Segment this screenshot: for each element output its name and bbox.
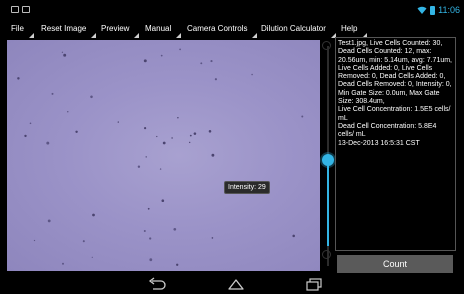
cell-dot (162, 141, 166, 145)
navigation-bar (0, 274, 464, 294)
home-icon[interactable] (227, 277, 245, 291)
results-panel: Test1.jpg, Live Cells Counted: 30, Dead … (335, 37, 456, 251)
cell-dot (161, 199, 165, 203)
cell-dot (144, 127, 147, 130)
menu-help[interactable]: Help (341, 24, 368, 38)
cell-dot (82, 240, 85, 243)
count-button[interactable]: Count (337, 255, 453, 273)
cell-dot (160, 54, 163, 57)
status-bar-right: 11:06 (417, 4, 460, 16)
cell-dot (143, 229, 146, 233)
cell-dot (214, 78, 217, 81)
cell-dot (147, 207, 150, 210)
cell-dot (47, 219, 51, 223)
cell-dot (75, 130, 78, 134)
cell-dot (137, 165, 141, 168)
cell-dots-layer (17, 48, 304, 266)
menu-file[interactable]: File (11, 24, 34, 38)
menu-reset-image[interactable]: Reset Image (41, 24, 97, 38)
cell-dot (61, 51, 64, 53)
menu-preview[interactable]: Preview (101, 24, 140, 38)
cell-dot (208, 130, 212, 133)
picture-notification-icon (11, 6, 19, 13)
cell-dot (46, 141, 50, 145)
cell-dot (177, 116, 179, 119)
cell-dot (149, 258, 153, 262)
cell-dot (145, 156, 147, 158)
cell-dot (67, 111, 69, 113)
cell-dot (173, 227, 177, 231)
intensity-tooltip: Intensity: 29 (224, 181, 270, 194)
cell-dot (292, 234, 295, 238)
cell-image-view[interactable]: Intensity: 29 (7, 40, 320, 271)
cell-dot (189, 141, 191, 144)
back-icon[interactable] (147, 277, 167, 291)
cell-dot (117, 121, 119, 123)
cell-dot (211, 153, 215, 157)
screenshot-notification-icon (22, 6, 30, 13)
cell-dot (91, 256, 93, 258)
wifi-icon (417, 6, 427, 14)
intensity-slider-thumb[interactable] (322, 153, 334, 166)
cell-dot (210, 60, 213, 63)
cell-dot (301, 115, 304, 118)
status-bar: 11:06 (0, 0, 464, 20)
cell-dot (90, 95, 93, 99)
cell-dot (63, 53, 67, 57)
cell-dot (189, 134, 192, 137)
cell-dot (149, 237, 152, 240)
cell-dot (171, 137, 173, 139)
menu-camera-controls[interactable]: Camera Controls (187, 24, 258, 38)
cell-dot (159, 168, 162, 170)
menu-dilution-calculator[interactable]: Dilution Calculator (261, 24, 336, 38)
cell-dot (251, 73, 253, 76)
cell-dot (29, 122, 32, 125)
battery-icon (430, 5, 436, 15)
recent-apps-icon[interactable] (305, 277, 323, 291)
intensity-slider-fill (327, 159, 329, 246)
clock: 11:06 (438, 5, 460, 15)
cell-dot (62, 262, 64, 265)
cell-dot (193, 132, 197, 135)
cell-dot (200, 62, 203, 65)
cell-dot (176, 263, 179, 266)
cell-dot (17, 77, 20, 80)
menu-manual[interactable]: Manual (145, 24, 182, 38)
slider-bottom-cap (322, 250, 331, 259)
cell-dot (92, 213, 95, 217)
cell-dot (156, 135, 158, 138)
cell-dot (211, 237, 214, 239)
cell-dot (33, 239, 36, 242)
cell-dot (24, 134, 27, 138)
results-text: Test1.jpg, Live Cells Counted: 30, Dead … (338, 40, 453, 147)
cell-dot (143, 59, 147, 63)
cell-dot (51, 92, 54, 95)
cell-dot (179, 48, 181, 51)
